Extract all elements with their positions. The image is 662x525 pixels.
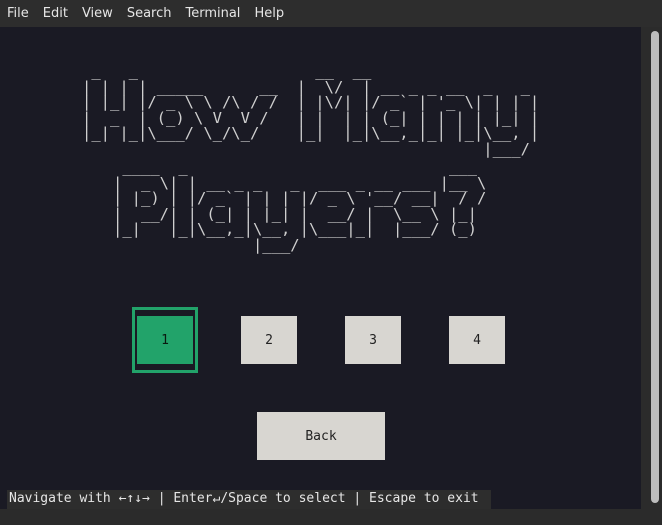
scrollbar-thumb[interactable] [651,31,659,503]
menu-file[interactable]: File [0,0,36,27]
ascii-title-players: ____ _ ___ | _ \| | __ _ _ _ ___ _ __ __… [113,158,487,254]
option-4-button[interactable]: 4 [449,316,505,364]
menu-help[interactable]: Help [247,0,291,27]
menu-bar: File Edit View Search Terminal Help [0,0,662,27]
menu-search[interactable]: Search [120,0,179,27]
menu-terminal[interactable]: Terminal [178,0,247,27]
scrollbar[interactable] [648,27,662,509]
window-bottom-edge [0,509,662,525]
menu-view[interactable]: View [75,0,120,27]
back-button[interactable]: Back [257,412,385,460]
menu-edit[interactable]: Edit [36,0,75,27]
status-bar-text: Navigate with ←↑↓→ | Enter↵/Space to sel… [9,491,479,506]
option-2-button[interactable]: 2 [241,316,297,364]
option-3-button[interactable]: 3 [345,316,401,364]
option-1-button[interactable]: 1 [137,316,193,364]
ascii-title-how-many: _ _ __ __ | | | | _____ __ | \/ | __ _ _… [82,62,540,158]
